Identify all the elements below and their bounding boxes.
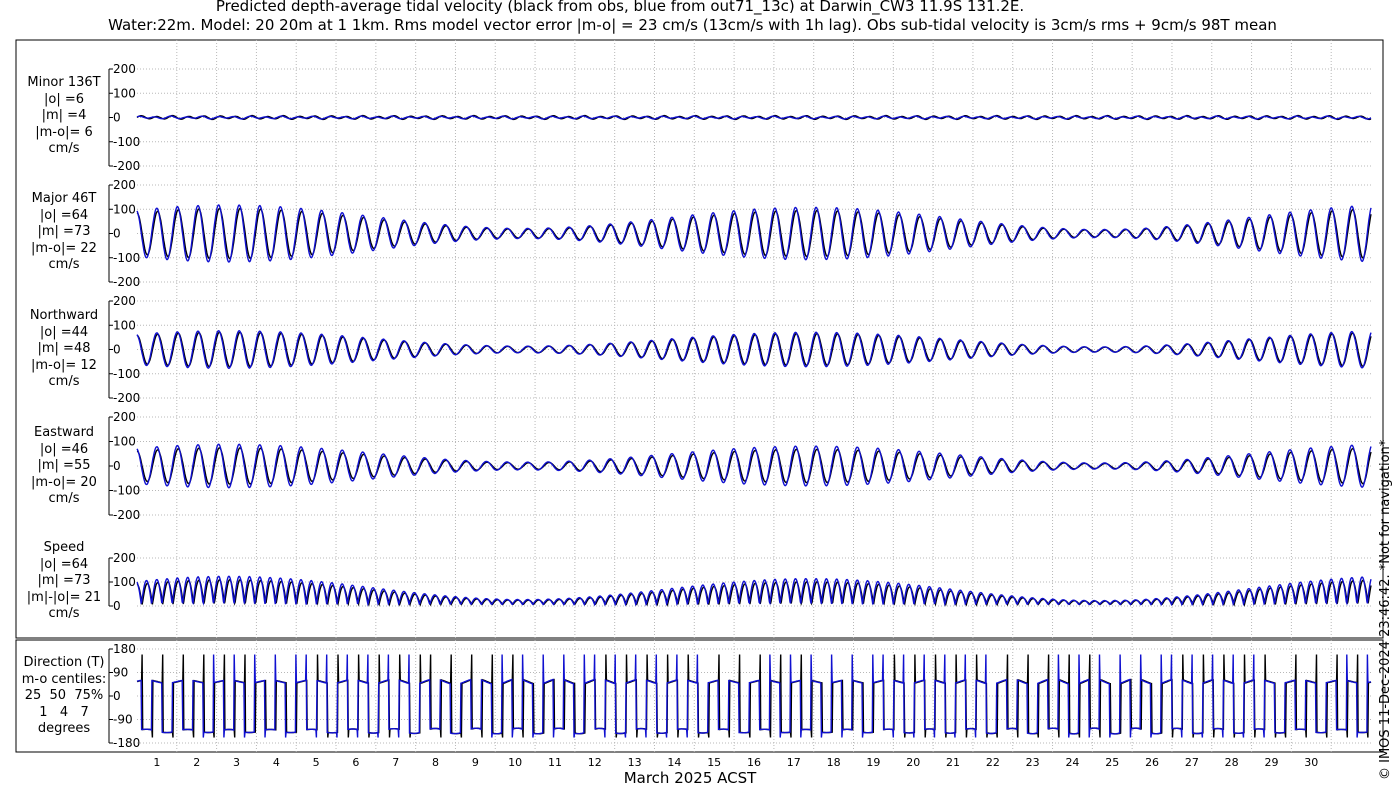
y-tick-label: 0: [113, 111, 121, 125]
y-tick-label: -100: [113, 367, 140, 381]
y-tick-label: -100: [113, 251, 140, 265]
y-tick-label: 0: [113, 343, 121, 357]
panel-label: Northward |o| =44 |m| =48 |m-o|= 12 cm/s: [29, 308, 99, 389]
x-tick-label: 25: [1105, 756, 1119, 769]
y-tick-label: 0: [113, 599, 121, 613]
series-line-obs: [136, 207, 1372, 260]
y-tick-label: 200: [113, 62, 136, 76]
tidal-velocity-chart: 1 2 3 4 5 6 7 8 9 10 11 12 13 14 15 16 17 18 19 20 21 22 23 24 2…: [15, 39, 1384, 769]
credit-text: © IMOS 11-Dec-2024 23:46:42. *Not for na…: [1378, 439, 1393, 780]
panel-label: Direction (T) m-o centiles: 25 50 75% 1 …: [21, 655, 107, 736]
x-tick-label: 19: [866, 756, 880, 769]
x-tick-label: 20: [906, 756, 920, 769]
panel-label: Minor 136T |o| =6 |m| =4 |m-o|= 6 cm/s: [27, 75, 101, 156]
x-tick-label: 16: [747, 756, 761, 769]
series-line-obs: [136, 579, 1372, 607]
y-tick-label: -200: [113, 391, 140, 405]
panel-label: Eastward |o| =46 |m| =55 |m-o|= 20 cm/s: [31, 425, 97, 506]
y-tick-label: -90: [113, 713, 133, 727]
y-tick-label: 100: [113, 202, 136, 216]
y-tick-label: 100: [113, 435, 136, 449]
x-tick-label: 4: [273, 756, 280, 769]
x-tick-label: 11: [548, 756, 562, 769]
panel-label: Speed |o| =64 |m| =73 |m|-|o|= 21 cm/s: [26, 540, 102, 621]
y-tick-label: 90: [113, 666, 128, 680]
x-axis-label: March 2025 ACST: [623, 769, 757, 787]
series-line-obs: [136, 331, 1372, 368]
x-tick-label: 9: [472, 756, 479, 769]
x-tick-label: 24: [1065, 756, 1079, 769]
x-tick-label: 3: [233, 756, 240, 769]
y-tick-label: -180: [113, 736, 140, 750]
x-tick-label: 23: [1026, 756, 1040, 769]
x-tick-label: 17: [787, 756, 801, 769]
y-tick-label: 100: [113, 318, 136, 332]
x-tick-label: 28: [1225, 756, 1239, 769]
x-tick-label: 6: [352, 756, 359, 769]
x-tick-label: 29: [1264, 756, 1278, 769]
y-tick-label: -200: [113, 159, 140, 173]
panel-label: Major 46T |o| =64 |m| =73 |m-o|= 22 cm/s: [31, 191, 97, 272]
y-tick-label: 200: [113, 178, 136, 192]
y-tick-label: 200: [113, 410, 136, 424]
series-line-model: [136, 654, 1372, 738]
x-tick-label: 13: [628, 756, 642, 769]
y-tick-label: -200: [113, 275, 140, 289]
y-tick-label: 100: [113, 86, 136, 100]
series-line-obs: [136, 447, 1372, 485]
x-tick-label: 12: [588, 756, 602, 769]
y-tick-label: -100: [113, 484, 140, 498]
y-tick-label: 200: [113, 551, 136, 565]
x-tick-label: 18: [827, 756, 841, 769]
x-tick-label: 14: [667, 756, 681, 769]
x-tick-label: 10: [508, 756, 522, 769]
x-tick-label: 2: [193, 756, 200, 769]
y-tick-label: 200: [113, 294, 136, 308]
y-tick-label: 0: [113, 227, 121, 241]
x-tick-label: 27: [1185, 756, 1199, 769]
series-line-obs: [136, 654, 1372, 738]
y-tick-label: -200: [113, 508, 140, 522]
y-tick-label: 180: [113, 642, 136, 656]
x-tick-label: 8: [432, 756, 439, 769]
y-tick-label: 0: [113, 459, 121, 473]
x-tick-label: 5: [313, 756, 320, 769]
series-line-model: [136, 575, 1372, 607]
x-tick-label: 7: [392, 756, 399, 769]
y-tick-label: 0: [113, 689, 121, 703]
x-tick-label: 30: [1304, 756, 1318, 769]
y-tick-label: -100: [113, 135, 140, 149]
x-tick-label: 26: [1145, 756, 1159, 769]
x-tick-label: 21: [946, 756, 960, 769]
x-tick-label: 1: [153, 756, 160, 769]
x-tick-label: 22: [986, 756, 1000, 769]
y-tick-label: 100: [113, 575, 136, 589]
x-tick-label: 15: [707, 756, 721, 769]
